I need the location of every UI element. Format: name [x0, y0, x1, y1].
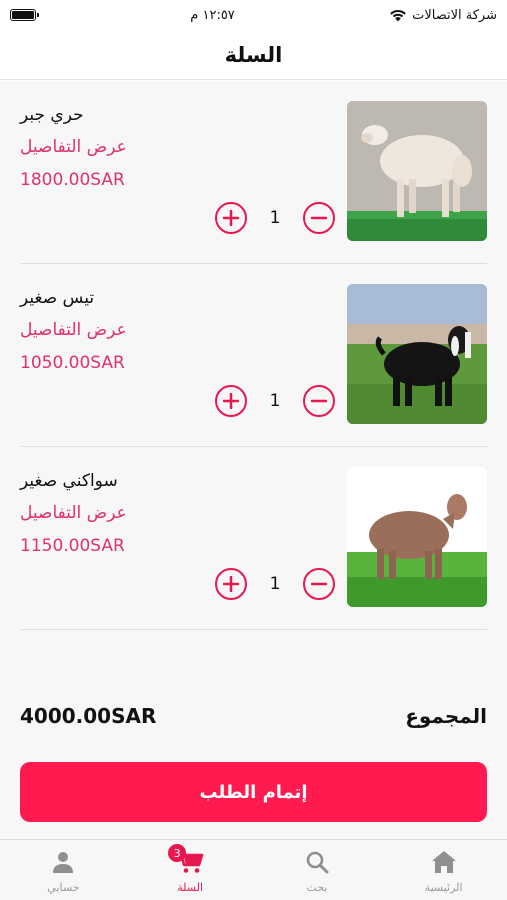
item-name: حري جبر — [20, 105, 84, 125]
decrease-quantity-button[interactable] — [303, 202, 335, 234]
product-image-goat[interactable] — [347, 284, 487, 424]
cart-item: حري جبر عرض التفاصيل 1800.00SAR 1 — [20, 81, 487, 264]
bottom-tab-bar: حسابي 3 السلة بحث الرئيسية — [0, 839, 507, 900]
item-price: 1050.00SAR — [20, 353, 125, 373]
view-details-link[interactable]: عرض التفاصيل — [20, 135, 127, 159]
quantity-stepper: 1 — [215, 385, 335, 417]
plus-icon — [223, 576, 239, 592]
item-info: سواكني صغير عرض التفاصيل 1150.00SAR 1 — [20, 467, 347, 600]
product-image-sheep-brown[interactable] — [347, 467, 487, 607]
page-header: السلة — [0, 30, 507, 80]
quantity-value: 1 — [269, 391, 281, 411]
cart-item: سواكني صغير عرض التفاصيل 1150.00SAR 1 — [20, 447, 487, 630]
view-details-link[interactable]: عرض التفاصيل — [20, 318, 127, 342]
cart-icon: 3 — [168, 844, 204, 876]
item-name: سواكني صغير — [20, 471, 118, 491]
tab-label: حسابي — [47, 881, 80, 894]
item-price: 1150.00SAR — [20, 536, 125, 556]
tab-label: السلة — [177, 881, 203, 894]
view-details-link[interactable]: عرض التفاصيل — [20, 501, 127, 525]
quantity-value: 1 — [269, 574, 281, 594]
tab-account[interactable]: حسابي — [0, 840, 127, 900]
tab-home[interactable]: الرئيسية — [380, 840, 507, 900]
person-icon — [49, 848, 77, 876]
home-icon — [430, 848, 458, 876]
battery-indicator — [10, 9, 39, 21]
minus-icon — [311, 399, 327, 403]
page-title: السلة — [224, 42, 283, 67]
minus-icon — [311, 216, 327, 220]
item-price: 1800.00SAR — [20, 170, 125, 190]
total-value: 4000.00SAR — [20, 704, 157, 728]
checkout-button[interactable]: إتمام الطلب — [20, 762, 487, 822]
wifi-icon — [390, 9, 406, 21]
carrier-name: شركة الاتصالات — [412, 7, 497, 23]
cart-list: حري جبر عرض التفاصيل 1800.00SAR 1 تيس صغ… — [0, 81, 507, 630]
minus-icon — [311, 582, 327, 586]
decrease-quantity-button[interactable] — [303, 568, 335, 600]
battery-icon — [10, 9, 39, 21]
tab-label: بحث — [306, 881, 328, 894]
increase-quantity-button[interactable] — [215, 568, 247, 600]
tab-search[interactable]: بحث — [254, 840, 381, 900]
item-info: حري جبر عرض التفاصيل 1800.00SAR 1 — [20, 101, 347, 234]
tab-label: الرئيسية — [424, 881, 463, 894]
total-label: المجموع — [405, 704, 487, 728]
increase-quantity-button[interactable] — [215, 385, 247, 417]
plus-icon — [223, 210, 239, 226]
order-summary: 4000.00SAR المجموع — [20, 696, 487, 736]
carrier-info: شركة الاتصالات — [389, 8, 497, 23]
product-image-sheep[interactable] — [347, 101, 487, 241]
item-name: تيس صغير — [20, 288, 95, 308]
search-icon — [303, 848, 331, 876]
cart-item: تيس صغير عرض التفاصيل 1050.00SAR 1 — [20, 264, 487, 447]
status-time: ١٢:٥٧ م — [190, 7, 235, 23]
quantity-value: 1 — [269, 208, 281, 228]
plus-icon — [223, 393, 239, 409]
decrease-quantity-button[interactable] — [303, 385, 335, 417]
quantity-stepper: 1 — [215, 202, 335, 234]
status-bar: ١٢:٥٧ م شركة الاتصالات — [0, 0, 507, 30]
item-info: تيس صغير عرض التفاصيل 1050.00SAR 1 — [20, 284, 347, 417]
cart-count-badge: 3 — [168, 844, 187, 862]
increase-quantity-button[interactable] — [215, 202, 247, 234]
cart-content: حري جبر عرض التفاصيل 1800.00SAR 1 تيس صغ… — [0, 81, 507, 839]
quantity-stepper: 1 — [215, 568, 335, 600]
tab-cart[interactable]: 3 السلة — [127, 840, 254, 900]
